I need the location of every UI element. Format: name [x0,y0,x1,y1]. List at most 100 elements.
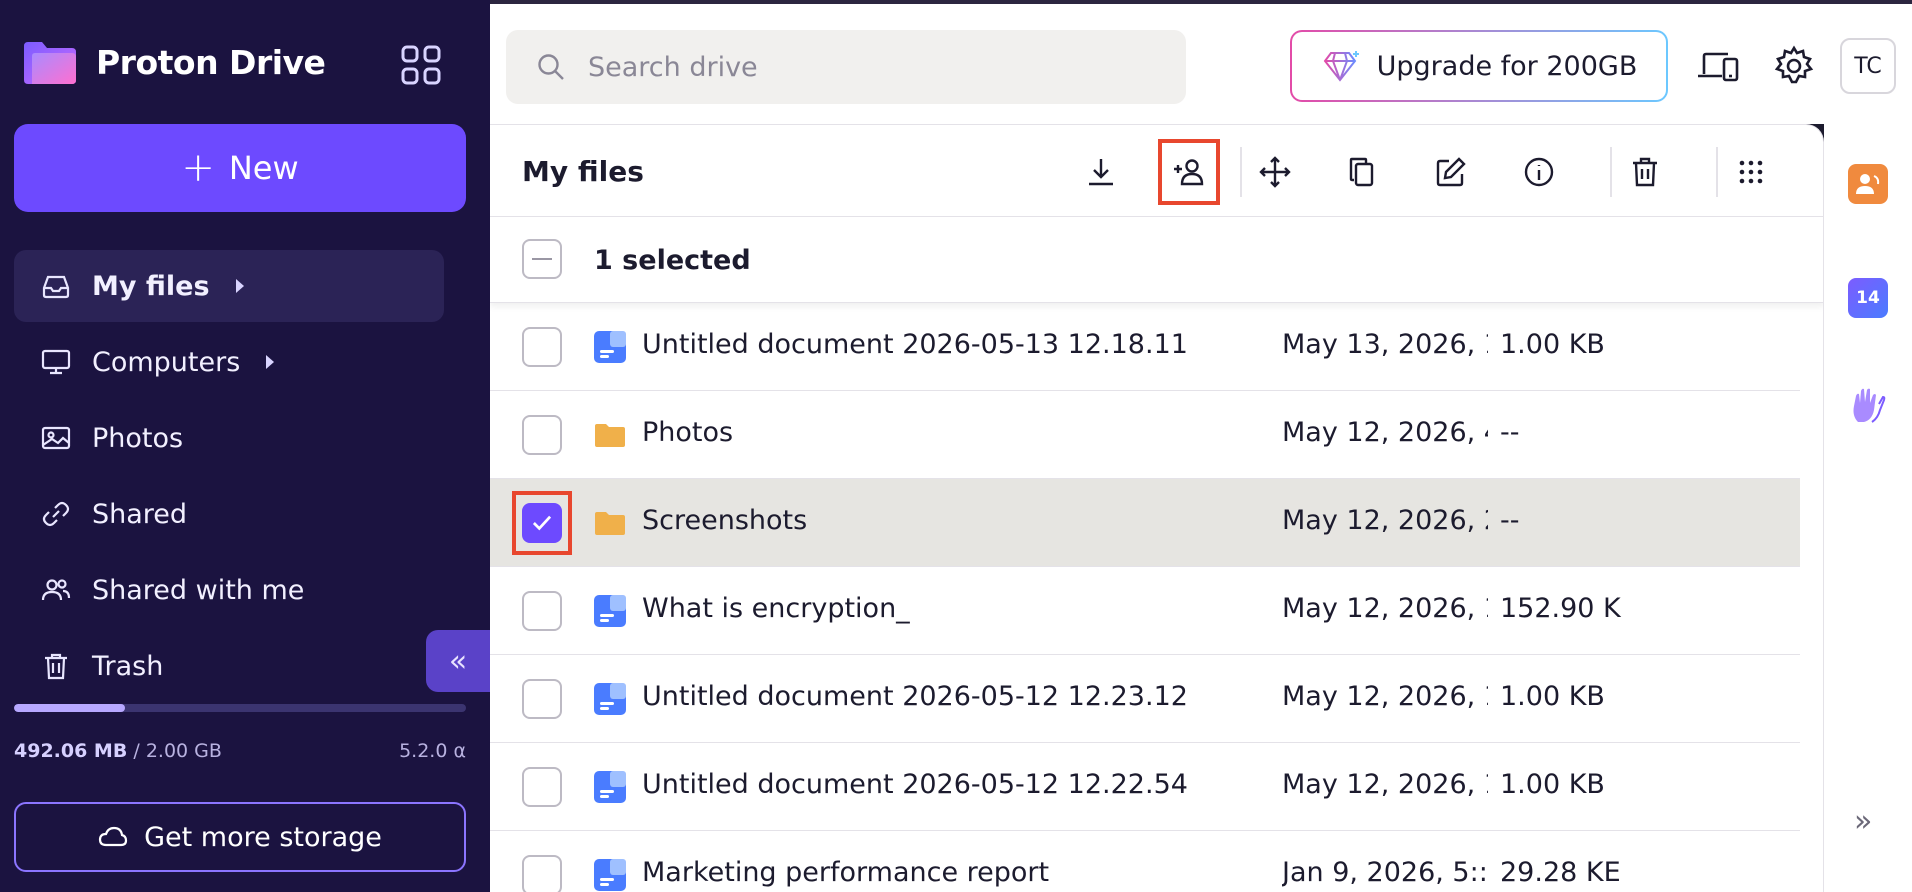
download-button[interactable] [1076,147,1126,197]
double-chevron-left-icon: « [448,643,468,679]
double-chevron-right-icon[interactable]: » [1854,804,1872,839]
select-all-checkbox[interactable] [522,239,562,279]
highlight-box [512,491,572,555]
gear-icon[interactable] [1772,44,1816,88]
upgrade-button[interactable]: Upgrade for 200GB [1290,30,1668,102]
calendar-app-icon[interactable]: 14 [1848,278,1888,318]
storage-total: / 2.00 GB [133,740,222,762]
highlight-box [1158,139,1220,205]
storage-usage-text: 492.06 MB / 2.00 GB [14,740,222,762]
sidebar-nav: My files Computers Photos Shared Shared … [14,250,444,706]
sidebar-item-label: Computers [92,346,241,378]
get-more-storage-button[interactable]: Get more storage [14,802,466,872]
page-title: My files [522,155,644,188]
rename-button[interactable] [1426,147,1476,197]
table-row[interactable]: Screenshots May 12, 2026, 2 -- [490,479,1800,567]
row-checkbox[interactable] [522,415,562,455]
upgrade-label: Upgrade for 200GB [1376,50,1638,82]
collapse-sidebar-button[interactable]: « [426,630,490,692]
expand-caret-icon[interactable] [266,355,275,369]
table-row[interactable]: Untitled document 2026-05-12 12.22.54 Ma… [490,743,1800,831]
brand-name: Proton Drive [96,42,326,82]
image-icon [41,426,71,450]
monitor-icon [41,349,71,375]
table-row[interactable]: Untitled document 2026-05-12 12.23.12 Ma… [490,655,1800,743]
search-box[interactable] [506,30,1186,104]
table-row[interactable]: Photos May 12, 2026, 4 -- [490,391,1800,479]
search-icon [538,54,564,80]
search-input[interactable] [588,51,1148,83]
row-checkbox[interactable] [522,327,562,367]
file-size: 1.00 KB [1500,329,1605,360]
sidebar-item-label: Trash [92,650,164,682]
folder-icon [594,419,626,451]
devices-icon[interactable] [1696,44,1740,88]
file-name: Marketing performance report [642,857,1050,888]
move-button[interactable] [1250,147,1300,197]
plus-icon: + [181,145,215,191]
row-checkbox[interactable] [522,591,562,631]
avatar[interactable]: TC [1840,38,1896,94]
selection-header: 1 selected [490,217,1823,303]
file-size: 1.00 KB [1500,769,1605,800]
document-icon [594,859,626,891]
more-options-button[interactable] [1726,147,1776,197]
grid-dots-icon [1739,160,1763,184]
inbox-icon [42,275,70,299]
contacts-app-icon[interactable] [1848,164,1888,204]
storage-used: 492.06 MB [14,740,128,762]
document-icon [594,683,626,715]
sidebar: Proton Drive + New My files Computers Ph… [0,0,490,892]
file-modified: May 13, 2026, 1 [1282,329,1488,360]
sidebar-item-shared[interactable]: Shared [14,478,444,550]
row-checkbox[interactable] [522,679,562,719]
file-modified: May 12, 2026, 1 [1282,681,1488,712]
file-name: Photos [642,417,734,448]
waving-hands-icon[interactable] [1848,386,1888,426]
row-checkbox[interactable] [522,767,562,807]
file-name: What is encryption_ [642,593,910,624]
copy-button[interactable] [1338,147,1388,197]
new-button[interactable]: + New [14,124,466,212]
file-list: Untitled document 2026-05-13 12.18.11 Ma… [490,303,1800,892]
file-browser: My files 1 selected Untitled document 20… [490,124,1824,892]
brand[interactable]: Proton Drive [22,38,326,86]
table-row[interactable]: What is encryption_ May 12, 2026, 1 152.… [490,567,1800,655]
sidebar-item-label: Shared [92,498,188,530]
file-name: Screenshots [642,505,808,536]
file-size: 152.90 K [1500,593,1621,624]
move-arrows-icon [1259,156,1291,188]
document-icon [594,771,626,803]
expand-caret-icon[interactable] [235,279,244,293]
toolbar-divider [1240,147,1242,197]
sidebar-item-my-files[interactable]: My files [14,250,444,322]
sidebar-item-label: My files [92,270,210,302]
table-row[interactable]: Marketing performance report Jan 9, 2026… [490,831,1800,892]
sidebar-item-photos[interactable]: Photos [14,402,444,474]
trash-icon [45,653,67,680]
file-modified: May 12, 2026, 4 [1282,417,1488,448]
trash-button[interactable] [1620,147,1670,197]
proton-drive-logo-icon [24,42,76,84]
file-name: Untitled document 2026-05-12 12.23.12 [642,681,1188,712]
details-button[interactable] [1514,147,1564,197]
app-switcher-icon[interactable] [400,44,442,86]
link-icon [42,501,70,527]
toolbar: My files [490,125,1823,217]
top-bar: Upgrade for 200GB TC [490,0,1912,124]
calendar-day: 14 [1856,288,1880,308]
sidebar-item-label: Shared with me [92,574,305,606]
document-icon [594,595,626,627]
get-more-storage-label: Get more storage [144,821,382,853]
sidebar-item-shared-with-me[interactable]: Shared with me [14,554,444,626]
toolbar-divider [1716,147,1718,197]
sidebar-item-computers[interactable]: Computers [14,326,444,398]
row-checkbox[interactable] [522,855,562,892]
users-icon [41,579,71,601]
storage-progress-bar [14,704,466,712]
table-row[interactable]: Untitled document 2026-05-13 12.18.11 Ma… [490,303,1800,391]
file-size: 1.00 KB [1500,681,1605,712]
storage-progress-fill [14,704,126,712]
file-name: Untitled document 2026-05-12 12.22.54 [642,769,1188,800]
sidebar-item-trash[interactable]: Trash [14,630,444,702]
